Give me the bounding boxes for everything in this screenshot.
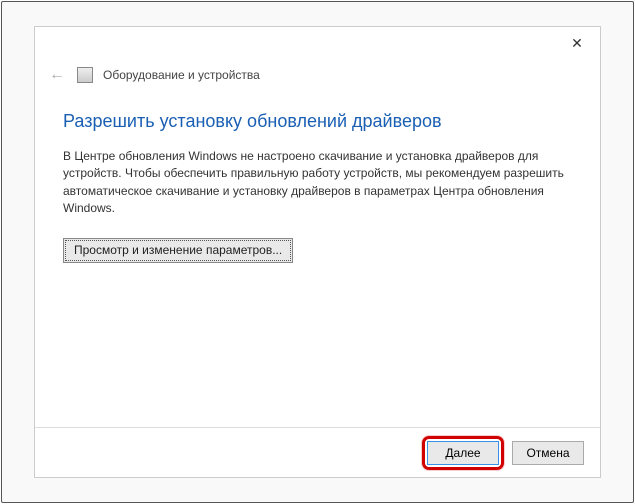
breadcrumb: ← Оборудование и устройства: [35, 59, 600, 91]
view-change-settings-button[interactable]: Просмотр и изменение параметров...: [63, 238, 293, 263]
close-icon[interactable]: ✕: [562, 29, 592, 57]
next-button[interactable]: Далее: [427, 441, 499, 465]
back-icon: ←: [47, 66, 67, 84]
hardware-icon: [77, 67, 93, 83]
cancel-button[interactable]: Отмена: [512, 441, 584, 465]
page-title: Разрешить установку обновлений драйверов: [63, 111, 572, 132]
page-category: Оборудование и устройства: [103, 68, 260, 82]
next-button-highlight: Далее: [422, 436, 504, 470]
content-area: Разрешить установку обновлений драйверов…: [35, 91, 600, 427]
description-text: В Центре обновления Windows не настроено…: [63, 148, 572, 218]
screenshot-frame: ✕ ← Оборудование и устройства Разрешить …: [1, 1, 634, 503]
troubleshooter-dialog: ✕ ← Оборудование и устройства Разрешить …: [34, 26, 601, 478]
dialog-footer: Далее Отмена: [35, 427, 600, 477]
titlebar: ✕: [35, 27, 600, 59]
